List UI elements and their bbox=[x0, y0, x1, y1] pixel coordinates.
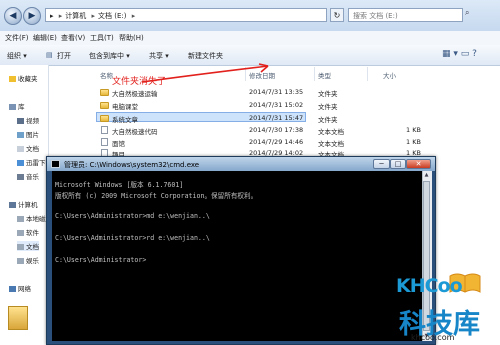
menu-file[interactable]: 文件(F) bbox=[5, 33, 29, 43]
file-date: 2014/7/29 14:46 bbox=[249, 138, 304, 146]
share-button[interactable]: 共享 ▾ bbox=[149, 51, 169, 61]
search-input[interactable]: 搜索 文档 (E:) bbox=[348, 8, 463, 22]
nav-label: 文档 bbox=[26, 243, 39, 251]
minimize-button[interactable]: ─ bbox=[373, 159, 390, 169]
console-line: C:\Users\Administrator>md e:\wenjian..\ bbox=[55, 212, 210, 220]
nav-entertainment-drive[interactable]: 娱乐 bbox=[17, 255, 39, 265]
column-type[interactable]: 类型 bbox=[318, 70, 331, 80]
menu-help[interactable]: 帮助(H) bbox=[119, 33, 144, 43]
nav-label: 计算机 bbox=[18, 201, 38, 209]
file-name: 系统文章 bbox=[112, 116, 138, 124]
address-field[interactable]: ▸ ▸ 计算机 ▸ 文档 (E:) ▸ bbox=[45, 8, 327, 22]
folder-icon bbox=[100, 115, 109, 122]
nav-label: 收藏夹 bbox=[18, 75, 38, 83]
watermark-logo: KHCoo bbox=[396, 275, 463, 297]
folder-icon: ▸ bbox=[50, 12, 54, 20]
folder-thumbnail-icon bbox=[8, 306, 28, 330]
column-size[interactable]: 大小 bbox=[383, 70, 396, 80]
file-date: 2014/7/31 13:35 bbox=[249, 88, 304, 96]
scroll-up-icon[interactable]: ▲ bbox=[423, 172, 430, 180]
open-icon: ▤ bbox=[46, 51, 53, 59]
nav-label: 网络 bbox=[18, 285, 31, 293]
console-line: 版权所有 (c) 2009 Microsoft Corporation。保留所有… bbox=[55, 192, 258, 200]
nav-label: 音乐 bbox=[26, 173, 39, 181]
maximize-button[interactable]: □ bbox=[390, 159, 406, 169]
nav-computer[interactable]: 计算机 bbox=[9, 199, 38, 209]
folder-icon bbox=[100, 89, 109, 96]
file-name: 大自然极速运输 bbox=[112, 90, 158, 98]
file-size: 1 KB bbox=[406, 126, 421, 134]
nav-label: 软件 bbox=[26, 229, 39, 237]
file-date: 2014/7/30 17:38 bbox=[249, 126, 304, 134]
refresh-button[interactable]: ↻ bbox=[330, 8, 344, 22]
console-line: Microsoft Windows [版本 6.1.7601] bbox=[55, 181, 184, 189]
library-icon bbox=[9, 104, 16, 110]
download-icon bbox=[17, 160, 24, 166]
nav-libraries[interactable]: 库 bbox=[9, 101, 25, 111]
breadcrumb-drive[interactable]: 文档 (E:) bbox=[98, 12, 126, 20]
include-library-button[interactable]: 包含到库中 ▾ bbox=[89, 51, 130, 61]
nav-documents-drive[interactable]: 文档 bbox=[17, 241, 39, 251]
close-button[interactable]: ✕ bbox=[406, 159, 431, 169]
cmd-window[interactable]: 管理员: C:\Windows\system32\cmd.exe ─ □ ✕ M… bbox=[46, 156, 436, 345]
annotation-arrow-icon bbox=[141, 63, 269, 83]
text-file-icon bbox=[101, 126, 108, 134]
cmd-icon bbox=[51, 160, 60, 168]
view-options-icon[interactable]: ▦ ▾ ▭ ? bbox=[442, 49, 477, 59]
drive-icon bbox=[17, 244, 24, 250]
nav-label: 图片 bbox=[26, 131, 39, 139]
nav-label: 文档 bbox=[26, 145, 39, 153]
nav-label: 库 bbox=[18, 103, 25, 111]
text-file-icon bbox=[101, 138, 108, 146]
picture-icon bbox=[17, 132, 24, 138]
cmd-title: 管理员: C:\Windows\system32\cmd.exe bbox=[64, 161, 200, 169]
file-type: 文本文档 bbox=[318, 140, 344, 148]
file-size: 1 KB bbox=[406, 138, 421, 146]
nav-software-drive[interactable]: 软件 bbox=[17, 227, 39, 237]
console-output[interactable]: Microsoft Windows [版本 6.1.7601] 版权所有 (c)… bbox=[52, 171, 422, 341]
folder-icon bbox=[100, 102, 109, 109]
file-type: 文件夹 bbox=[318, 103, 338, 111]
forward-button[interactable]: ▶ bbox=[23, 7, 41, 25]
console-line: C:\Users\Administrator>rd e:\wenjian..\ bbox=[55, 234, 210, 242]
music-icon bbox=[17, 174, 24, 180]
file-date: 2014/7/31 15:02 bbox=[249, 101, 304, 109]
menu-view[interactable]: 查看(V) bbox=[61, 33, 85, 43]
new-folder-button[interactable]: 新建文件夹 bbox=[188, 51, 223, 61]
menu-edit[interactable]: 编辑(E) bbox=[33, 33, 57, 43]
search-icon[interactable]: ⌕ bbox=[465, 8, 469, 18]
file-type: 文件夹 bbox=[318, 90, 338, 98]
document-icon bbox=[17, 146, 24, 152]
breadcrumb-computer[interactable]: 计算机 bbox=[65, 12, 86, 20]
computer-icon bbox=[9, 202, 16, 208]
column-separator[interactable] bbox=[367, 67, 368, 81]
file-name: 电脑课堂 bbox=[112, 103, 138, 111]
nav-label: 娱乐 bbox=[26, 257, 39, 265]
column-separator[interactable] bbox=[314, 67, 315, 81]
drive-icon bbox=[17, 216, 24, 222]
file-type: 文件夹 bbox=[318, 116, 338, 124]
back-button[interactable]: ◀ bbox=[4, 7, 22, 25]
nav-music[interactable]: 音乐 bbox=[17, 171, 39, 181]
nav-label: 视频 bbox=[26, 117, 39, 125]
watermark-url: khcoo.com bbox=[411, 333, 455, 342]
file-name: 大自然极速代码 bbox=[112, 128, 158, 136]
nav-network[interactable]: 网络 bbox=[9, 283, 31, 293]
nav-favorites[interactable]: 收藏夹 bbox=[9, 73, 38, 83]
video-icon bbox=[17, 118, 24, 124]
console-prompt: C:\Users\Administrator> bbox=[55, 256, 147, 264]
nav-videos[interactable]: 视频 bbox=[17, 115, 39, 125]
network-icon bbox=[9, 286, 16, 292]
file-date: 2014/7/31 15:47 bbox=[249, 114, 304, 122]
nav-pictures[interactable]: 图片 bbox=[17, 129, 39, 139]
menu-tools[interactable]: 工具(T) bbox=[90, 33, 114, 43]
star-icon bbox=[9, 76, 16, 82]
drive-icon bbox=[17, 258, 24, 264]
open-button[interactable]: 打开 bbox=[57, 51, 71, 61]
nav-documents[interactable]: 文档 bbox=[17, 143, 39, 153]
file-type: 文本文档 bbox=[318, 128, 344, 136]
file-name: 面馆 bbox=[112, 140, 125, 148]
organize-button[interactable]: 组织 ▾ bbox=[7, 51, 27, 61]
drive-icon bbox=[17, 230, 24, 236]
